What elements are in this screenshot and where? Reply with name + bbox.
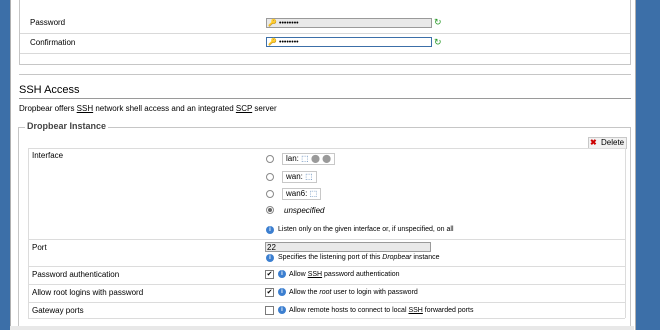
password-value: ••••••••	[279, 20, 299, 27]
interface-option-wan6: wan6: ⬚	[282, 188, 322, 200]
pa-hint-ssh: SSH	[307, 271, 323, 278]
interface-radio-wan6[interactable]	[266, 190, 274, 198]
desc-text-3: server	[252, 104, 277, 113]
gp-hint-text-2: forwarded ports	[422, 307, 474, 314]
section-divider	[19, 74, 631, 75]
root-login-hint: Allow the root user to login with passwo…	[289, 289, 418, 296]
ssh-section-title: SSH Access	[19, 84, 80, 96]
interface-radio-wan[interactable]	[266, 173, 274, 181]
delete-icon: ✖	[590, 138, 597, 147]
pa-hint-text: Allow	[289, 271, 308, 278]
gateway-ports-row: Gateway ports i Allow remote hosts to co…	[28, 302, 625, 319]
confirmation-label: Confirmation	[30, 38, 76, 47]
password-auth-checkbox[interactable]: ✔	[265, 270, 274, 279]
confirmation-input[interactable]: 🔑 ••••••••	[266, 37, 432, 47]
info-icon: i	[266, 254, 274, 262]
info-icon: i	[278, 288, 286, 296]
delete-label: Delete	[601, 138, 625, 147]
interface-row: Interface lan: ⬚ ⬤ ⬤ wan: ⬚ wan6: ⬚ unsp…	[28, 148, 625, 240]
interface-name-wan: wan:	[286, 172, 303, 181]
port-row: Port 22 i Specifies the listening port o…	[28, 239, 625, 267]
network-icon: ⬚	[305, 172, 313, 181]
gateway-ports-label: Gateway ports	[32, 306, 84, 315]
interface-label: Interface	[32, 151, 64, 160]
password-auth-label: Password authentication	[32, 270, 120, 279]
key-icon: 🔑	[268, 20, 277, 27]
interface-unspecified-label: unspecified	[284, 206, 325, 215]
page-background-left	[0, 0, 10, 330]
network-icon: ⬤	[322, 154, 332, 163]
gateway-ports-checkbox[interactable]	[265, 306, 274, 315]
desc-text-1: Dropbear offers	[19, 104, 77, 113]
gp-hint-ssh: SSH	[408, 307, 423, 314]
interface-name-lan: lan:	[286, 154, 299, 163]
interface-hint: Listen only on the given interface or, i…	[278, 226, 454, 233]
gateway-ports-hint: Allow remote hosts to connect to local S…	[289, 307, 473, 314]
port-label: Port	[32, 243, 47, 252]
port-input[interactable]: 22	[265, 242, 431, 252]
port-value: 22	[267, 243, 276, 252]
password-auth-row: Password authentication ✔ i Allow SSH pa…	[28, 266, 625, 285]
port-hint-text: Specifies the listening port of this	[278, 254, 383, 261]
rl-hint-em: root	[319, 289, 332, 296]
info-icon: i	[278, 306, 286, 314]
port-hint-em: Dropbear	[382, 254, 412, 261]
refresh-icon[interactable]: ↻	[434, 17, 442, 28]
ssh-title-underline	[19, 98, 631, 99]
interface-name-wan6: wan6:	[286, 189, 308, 198]
ssh-description: Dropbear offers SSH network shell access…	[19, 104, 277, 113]
table-right-border	[625, 148, 626, 318]
key-icon: 🔑	[268, 39, 277, 46]
rl-hint-text: Allow the	[289, 289, 320, 296]
interface-radio-unspecified[interactable]	[266, 206, 274, 214]
password-row: Password 🔑 •••••••• ↻	[20, 13, 630, 34]
pa-hint-text-2: password authentication	[322, 271, 400, 278]
interface-option-lan: lan: ⬚ ⬤ ⬤	[282, 153, 336, 165]
password-input[interactable]: 🔑 ••••••••	[266, 18, 432, 28]
root-login-label: Allow root logins with password	[32, 288, 144, 297]
port-hint-text-2: instance	[411, 254, 440, 261]
password-auth-hint: Allow SSH password authentication	[289, 271, 400, 278]
info-icon: i	[266, 226, 274, 234]
network-icon: ⬚	[309, 189, 318, 198]
password-label: Password	[30, 18, 66, 27]
bottom-edge	[10, 326, 634, 330]
rl-hint-text-2: user to login with password	[331, 289, 418, 296]
confirmation-value: ••••••••	[279, 39, 299, 46]
desc-scp: SCP	[235, 104, 253, 113]
root-login-row: Allow root logins with password ✔ i Allo…	[28, 284, 625, 303]
refresh-icon[interactable]: ↻	[434, 37, 442, 48]
password-fieldset: Password 🔑 •••••••• ↻ Confirmation 🔑 •••…	[19, 0, 631, 65]
port-hint: Specifies the listening port of this Dro…	[278, 254, 440, 261]
root-login-checkbox[interactable]: ✔	[265, 288, 274, 297]
desc-ssh: SSH	[76, 104, 94, 113]
interface-option-wan: wan: ⬚	[282, 171, 317, 183]
page-background-right	[635, 0, 660, 330]
interface-radio-lan[interactable]	[266, 155, 274, 163]
network-icon: ⬤	[310, 154, 320, 163]
info-icon: i	[278, 270, 286, 278]
confirmation-row: Confirmation 🔑 •••••••• ↻	[20, 33, 630, 54]
gp-hint-text: Allow remote hosts to connect to local	[289, 307, 409, 314]
network-icon: ⬚	[301, 154, 309, 163]
desc-text-2: network shell access and an integrated	[93, 104, 236, 113]
dropbear-instance-legend: Dropbear Instance	[25, 121, 109, 131]
